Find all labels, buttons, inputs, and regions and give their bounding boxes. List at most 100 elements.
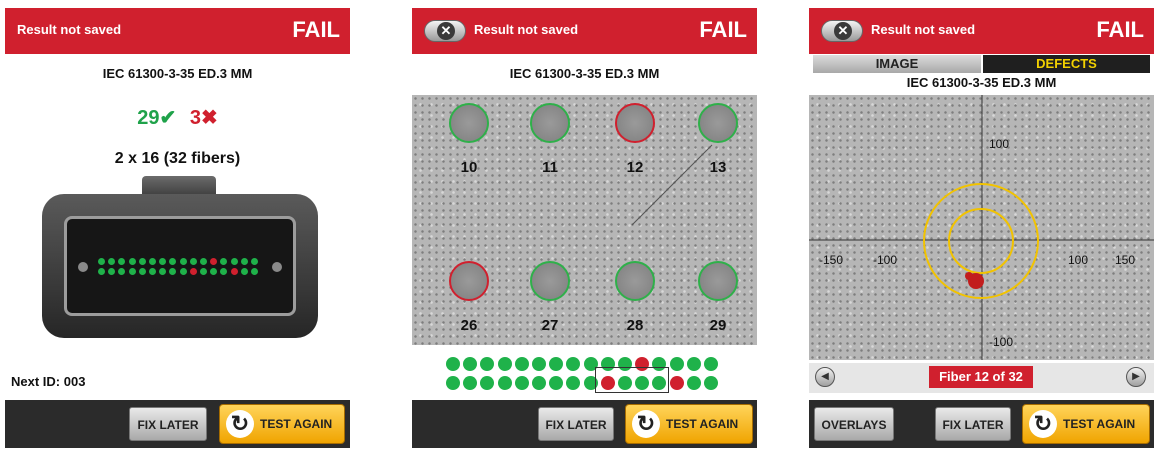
fiber-number-label: 13 [709,159,727,176]
test-again-button[interactable]: ↻ TEST AGAIN [219,404,345,444]
axis-label-right-outer: 150 [1115,253,1136,267]
fiber-dot [128,258,136,265]
fiber-map-dot[interactable] [514,357,529,371]
fiber-map-dot[interactable] [480,357,495,371]
fiber-dot [149,268,156,275]
fiber-thumbnail[interactable] [698,103,738,143]
fiber-number-label: 10 [460,159,478,176]
fiber-dot [98,268,105,275]
fiber-image-grid: 10 11 12 13 26 27 28 29 [412,95,757,345]
fiber-map-dot[interactable] [446,357,460,371]
fiber-thumbnail[interactable] [698,261,738,301]
fiber-map-dot[interactable] [463,357,478,371]
fiber-map-dot[interactable] [669,357,684,371]
cross-icon: ✖ [200,107,218,129]
fiber-map-dot[interactable] [686,376,701,390]
selection-frame [595,367,669,393]
fiber-thumbnail[interactable] [615,261,655,301]
axis-label-left-inner: -100 [873,253,898,267]
fiber-map-dot[interactable] [669,376,684,390]
standard-title: IEC 61300-3-35 ED.3 MM [102,66,253,81]
header-status: Result not saved [871,22,976,37]
fiber-dot [230,258,238,265]
refresh-icon: ↻ [632,410,660,438]
test-again-label: TEST AGAIN [666,417,739,431]
fiber-thumbnail[interactable] [530,103,570,143]
fiber-map-dot[interactable] [514,376,529,390]
close-button[interactable]: ✕ [821,20,863,42]
fiber-dot [179,268,187,275]
fiber-dot [138,268,146,275]
fiber-dot [189,268,197,275]
fiber-number-label: 12 [626,159,644,176]
fix-later-button[interactable]: FIX LATER [935,407,1011,441]
fiber-config: 2 x 16 (32 fibers) [114,150,241,167]
fiber-dot [138,258,146,265]
fiber-map-dot[interactable] [497,376,512,390]
result-status: FAIL [292,17,340,42]
header-status: Result not saved [474,22,579,37]
fiber-map-dot[interactable] [497,357,512,371]
next-fiber-button[interactable]: ▶ [1126,367,1146,387]
axis-label-right-inner: 100 [1068,253,1089,267]
footer-bar: FIX LATER ↻ TEST AGAIN [412,400,757,448]
fix-later-button[interactable]: FIX LATER [129,407,207,441]
fiber-map-dot[interactable] [566,357,581,371]
header-bar: Result not saved FAIL [5,8,350,54]
fiber-number-label: 26 [460,317,478,334]
test-again-label: TEST AGAIN [260,417,333,431]
test-again-button[interactable]: ↻ TEST AGAIN [625,404,753,444]
fiber-nav-bar: ◀ Fiber 12 of 32 ▶ [809,363,1154,393]
fiber-map-dot[interactable] [549,357,564,371]
fiber-map-dot[interactable] [532,357,546,371]
fiber-map-dot[interactable] [704,376,718,390]
fiber-map-dot[interactable] [704,357,718,371]
fiber-thumbnail[interactable] [615,103,655,143]
guide-hole-left [78,262,88,272]
fiber-dot [98,258,105,265]
fix-later-button[interactable]: FIX LATER [538,407,614,441]
fail-count: 3 [189,107,201,129]
fiber-map-dot[interactable] [480,376,495,390]
fiber-number-label: 28 [626,317,644,334]
fiber-dot [179,258,187,265]
fiber-number-label: 27 [541,317,559,334]
fiber-map-dot[interactable] [463,376,478,390]
fiber-thumbnail[interactable] [449,103,489,143]
defect-overlay [809,95,1154,360]
footer-bar: OVERLAYS FIX LATER ↻ TEST AGAIN [809,400,1154,448]
fiber-map-dot[interactable] [446,376,460,390]
next-id: Next ID: 003 [11,374,86,389]
fiber-map-dot[interactable] [532,376,546,390]
fiber-number-label: 29 [709,317,727,334]
tab-defects[interactable]: DEFECTS [983,55,1150,73]
fiber-map-dot[interactable] [549,376,564,390]
fiber-thumbnail[interactable] [449,261,489,301]
fiber-dot [189,258,197,265]
tab-image[interactable]: IMAGE [813,55,981,73]
close-icon: ✕ [437,22,455,40]
overlays-button[interactable]: OVERLAYS [814,407,894,441]
fiber-map-dot[interactable] [686,357,701,371]
screen-fiber-images: ✕ Result not saved FAIL IEC 61300-3-35 E… [412,8,757,448]
close-icon: ✕ [834,22,852,40]
header-status: Result not saved [17,22,122,37]
refresh-icon: ↻ [1029,410,1057,438]
close-button[interactable]: ✕ [424,20,466,42]
result-status: FAIL [699,17,747,42]
check-icon: ✔ [159,107,177,129]
fiber-dot [200,258,207,265]
mpo-connector [42,176,318,338]
test-again-button[interactable]: ↻ TEST AGAIN [1022,404,1150,444]
footer-bar: FIX LATER ↻ TEST AGAIN [5,400,350,448]
axis-label-bottom: -100 [989,335,1014,349]
fiber-map[interactable] [412,353,757,397]
fiber-thumbnail[interactable] [530,261,570,301]
header-bar: ✕ Result not saved FAIL [412,8,757,54]
fiber-dot [128,268,136,275]
standard-title: IEC 61300-3-35 ED.3 MM [906,75,1057,90]
prev-fiber-button[interactable]: ◀ [815,367,835,387]
fiber-map-dot[interactable] [566,376,581,390]
fiber-number-label: 11 [542,159,558,176]
connector-face [64,216,296,316]
